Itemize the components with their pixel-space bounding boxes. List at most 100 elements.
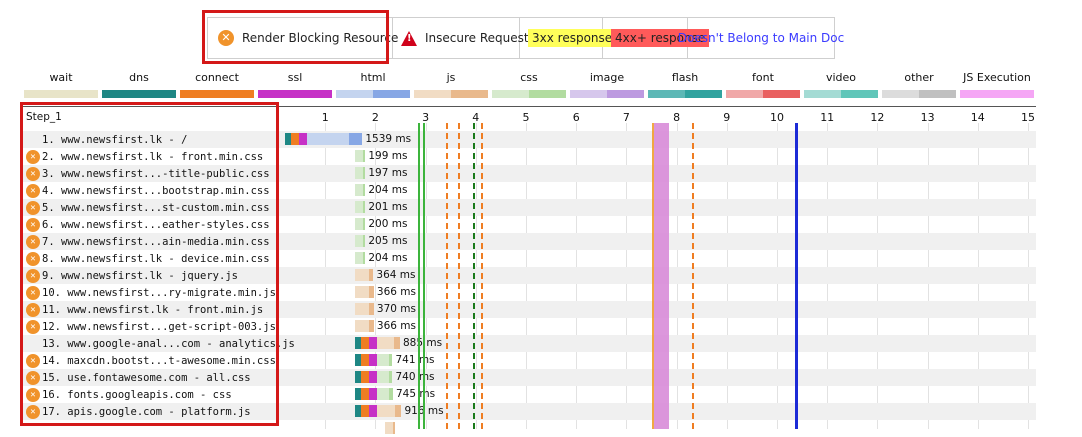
connection-segment — [361, 354, 370, 366]
request-duration: 370 ms — [376, 303, 416, 315]
legend-not-main-doc-label: Doesn't Belong to Main Doc — [677, 31, 845, 45]
type-legend-swatch — [804, 90, 878, 98]
type-legend-swatch — [648, 90, 722, 98]
highlight-request-list — [20, 102, 279, 426]
request-download-bar — [348, 133, 363, 145]
request-duration: 197 ms — [368, 167, 408, 179]
type-legend-swatch — [102, 90, 176, 98]
type-legend-item-dns: dns — [102, 70, 176, 98]
request-duration: 366 ms — [376, 286, 416, 298]
type-legend-label: wait — [49, 71, 73, 84]
type-legend-label: js — [446, 71, 456, 84]
request-download-bar — [362, 184, 366, 196]
type-legend-swatch — [24, 90, 98, 98]
type-legend-swatch — [414, 90, 488, 98]
type-legend-item-js: js — [414, 70, 488, 98]
legend-not-main-doc: Doesn't Belong to Main Doc — [678, 18, 844, 58]
legend-insecure-label: Insecure Request — [425, 31, 529, 45]
request-download-bar — [369, 320, 374, 332]
type-legend-label: css — [520, 71, 538, 84]
timing-marker-line — [423, 123, 426, 429]
request-duration: 745 ms — [395, 388, 436, 400]
request-download-bar — [388, 354, 393, 366]
request-duration: 205 ms — [368, 235, 408, 247]
request-wait-bar — [377, 405, 396, 417]
timing-marker-line — [458, 123, 461, 429]
request-download-bar — [392, 422, 396, 434]
type-legend-swatch — [180, 90, 254, 98]
request-wait-bar — [377, 354, 389, 366]
legend-insecure: ! Insecure Request — [393, 18, 529, 58]
request-download-bar — [369, 286, 374, 298]
type-legend-item-js-execution: JS Execution — [960, 70, 1034, 98]
request-wait-bar — [355, 150, 363, 162]
request-download-bar — [362, 235, 366, 247]
request-download-bar — [368, 269, 374, 281]
request-wait-bar — [385, 422, 393, 434]
request-type-legend: wait dns connect ssl html js css image flash font… — [0, 70, 1082, 104]
type-legend-swatch — [336, 90, 410, 98]
request-download-bar — [362, 218, 366, 230]
request-download-bar — [362, 167, 366, 179]
type-legend-item-other: other — [882, 70, 956, 98]
request-wait-bar — [355, 218, 363, 230]
timing-marker-line — [473, 123, 476, 429]
request-duration: 1539 ms — [365, 133, 412, 145]
js-execution-band — [651, 123, 669, 429]
type-legend-label: connect — [195, 71, 239, 84]
timing-marker-line — [691, 123, 694, 429]
request-wait-bar — [355, 201, 363, 213]
request-download-bar — [395, 405, 402, 417]
type-legend-swatch — [258, 90, 332, 98]
legend-4xx: 4xx+ response — [603, 18, 710, 58]
type-legend-item-flash: flash — [648, 70, 722, 98]
type-legend-label: html — [360, 71, 386, 84]
connection-segment — [369, 354, 378, 366]
type-legend-item-font: font — [726, 70, 800, 98]
connection-segment — [361, 405, 370, 417]
request-wait-bar — [355, 184, 363, 196]
type-legend-swatch — [960, 90, 1034, 98]
type-legend-label: font — [752, 71, 774, 84]
request-duration: 740 ms — [395, 371, 435, 383]
timing-marker-line — [418, 123, 421, 429]
request-download-bar — [369, 303, 374, 315]
type-legend-item-ssl: ssl — [258, 70, 332, 98]
request-duration: 364 ms — [376, 269, 416, 281]
request-download-bar — [388, 371, 393, 383]
type-legend-label: ssl — [287, 71, 303, 84]
type-legend-item-image: image — [570, 70, 644, 98]
type-legend-label: flash — [671, 71, 699, 84]
type-legend-swatch — [492, 90, 566, 98]
request-wait-bar — [355, 167, 363, 179]
request-wait-bar — [377, 388, 390, 400]
connection-segment — [369, 337, 378, 349]
request-wait-bar — [377, 337, 395, 349]
type-legend-label: image — [589, 71, 625, 84]
timing-marker-line — [480, 123, 483, 429]
type-legend-item-css: css — [492, 70, 566, 98]
type-legend-swatch — [570, 90, 644, 98]
request-wait-bar — [355, 252, 363, 264]
connection-segment — [299, 133, 308, 145]
request-wait-bar — [355, 303, 370, 315]
connection-segment — [369, 371, 378, 383]
legend-3xx: 3xx response — [520, 18, 617, 58]
type-legend-swatch — [882, 90, 956, 98]
warning-icon: ! — [401, 30, 417, 46]
type-legend-label: video — [825, 71, 857, 84]
type-legend-item-html: html — [336, 70, 410, 98]
request-duration: 204 ms — [368, 184, 408, 196]
type-legend-item-connect: connect — [180, 70, 254, 98]
request-download-bar — [362, 201, 366, 213]
type-legend-label: other — [904, 71, 934, 84]
request-duration: 200 ms — [368, 218, 408, 230]
type-legend-item-video: video — [804, 70, 878, 98]
request-download-bar — [389, 388, 393, 400]
request-duration: 201 ms — [368, 201, 408, 213]
connection-segment — [369, 388, 378, 400]
timing-marker-line — [445, 123, 448, 429]
request-wait-bar — [355, 286, 370, 298]
type-legend-swatch — [726, 90, 800, 98]
connection-segment — [361, 371, 370, 383]
